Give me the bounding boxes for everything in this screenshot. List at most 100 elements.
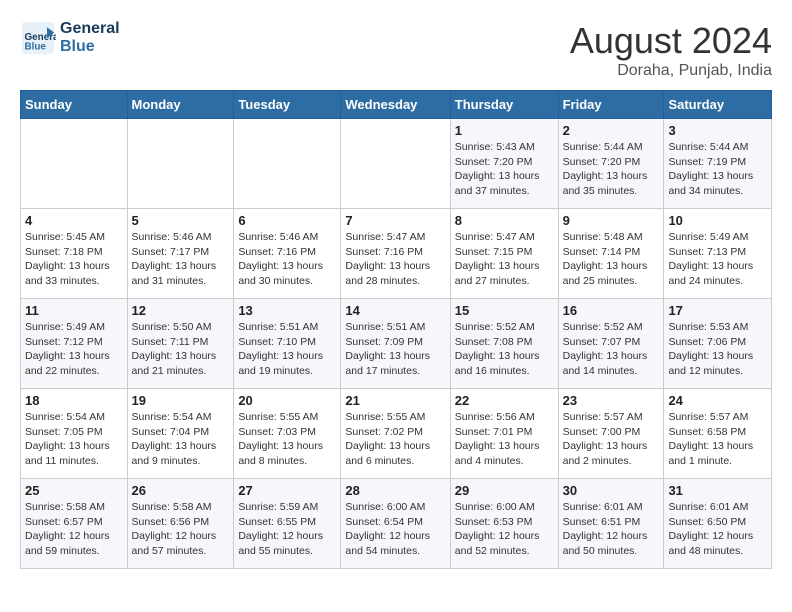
calendar-cell: 8 Sunrise: 5:47 AM Sunset: 7:15 PM Daylig…: [450, 209, 558, 299]
day-number: 5: [132, 213, 230, 228]
day-number: 27: [238, 483, 336, 498]
logo-icon: General Blue: [20, 20, 56, 56]
day-info: Sunrise: 5:53 AM Sunset: 7:06 PM Dayligh…: [668, 320, 767, 379]
day-info: Sunrise: 5:47 AM Sunset: 7:16 PM Dayligh…: [345, 230, 445, 289]
day-info: Sunrise: 5:51 AM Sunset: 7:09 PM Dayligh…: [345, 320, 445, 379]
day-number: 12: [132, 303, 230, 318]
calendar-cell: [234, 119, 341, 209]
column-header-tuesday: Tuesday: [234, 91, 341, 119]
day-info: Sunrise: 5:47 AM Sunset: 7:15 PM Dayligh…: [455, 230, 554, 289]
svg-text:Blue: Blue: [25, 42, 47, 53]
logo-line2: Blue: [60, 38, 120, 56]
calendar-cell: 28Sunrise: 6:00 AM Sunset: 6:54 PM Dayli…: [341, 479, 450, 569]
logo: General Blue General Blue: [20, 20, 120, 56]
calendar-cell: 4 Sunrise: 5:45 AM Sunset: 7:18 PM Daylig…: [21, 209, 128, 299]
day-number: 2: [563, 123, 660, 138]
day-info: Sunrise: 5:57 AM Sunset: 6:58 PM Dayligh…: [668, 410, 767, 469]
calendar-cell: [21, 119, 128, 209]
logo-line1: General: [60, 20, 120, 38]
calendar-week-5: 25 Sunrise: 5:58 AM Sunset: 6:57 PM Dayli…: [21, 479, 772, 569]
calendar-cell: 24 Sunrise: 5:57 AM Sunset: 6:58 PM Dayli…: [664, 389, 772, 479]
calendar-cell: 7 Sunrise: 5:47 AM Sunset: 7:16 PM Daylig…: [341, 209, 450, 299]
calendar-cell: 31Sunrise: 6:01 AM Sunset: 6:50 PM Dayli…: [664, 479, 772, 569]
day-number: 29: [455, 483, 554, 498]
calendar-cell: 21 Sunrise: 5:55 AM Sunset: 7:02 PM Dayli…: [341, 389, 450, 479]
day-number: 18: [25, 393, 123, 408]
calendar-cell: 10Sunrise: 5:49 AM Sunset: 7:13 PM Dayli…: [664, 209, 772, 299]
calendar-cell: 13 Sunrise: 5:51 AM Sunset: 7:10 PM Dayli…: [234, 299, 341, 389]
day-info: Sunrise: 5:58 AM Sunset: 6:56 PM Dayligh…: [132, 500, 230, 559]
day-info: Sunrise: 5:44 AM Sunset: 7:20 PM Dayligh…: [563, 140, 660, 199]
calendar-header: SundayMondayTuesdayWednesdayThursdayFrid…: [21, 91, 772, 119]
day-info: Sunrise: 5:45 AM Sunset: 7:18 PM Dayligh…: [25, 230, 123, 289]
day-info: Sunrise: 5:49 AM Sunset: 7:13 PM Dayligh…: [668, 230, 767, 289]
day-info: Sunrise: 5:52 AM Sunset: 7:08 PM Dayligh…: [455, 320, 554, 379]
day-info: Sunrise: 5:46 AM Sunset: 7:17 PM Dayligh…: [132, 230, 230, 289]
day-number: 16: [563, 303, 660, 318]
calendar-cell: 22 Sunrise: 5:56 AM Sunset: 7:01 PM Dayli…: [450, 389, 558, 479]
day-info: Sunrise: 5:56 AM Sunset: 7:01 PM Dayligh…: [455, 410, 554, 469]
calendar-cell: 2 Sunrise: 5:44 AM Sunset: 7:20 PM Daylig…: [558, 119, 664, 209]
calendar-cell: 5 Sunrise: 5:46 AM Sunset: 7:17 PM Daylig…: [127, 209, 234, 299]
day-number: 20: [238, 393, 336, 408]
calendar-cell: 6Sunrise: 5:46 AM Sunset: 7:16 PM Daylig…: [234, 209, 341, 299]
day-info: Sunrise: 5:51 AM Sunset: 7:10 PM Dayligh…: [238, 320, 336, 379]
calendar-week-4: 18 Sunrise: 5:54 AM Sunset: 7:05 PM Dayli…: [21, 389, 772, 479]
day-info: Sunrise: 5:54 AM Sunset: 7:04 PM Dayligh…: [132, 410, 230, 469]
day-number: 24: [668, 393, 767, 408]
day-info: Sunrise: 5:55 AM Sunset: 7:02 PM Dayligh…: [345, 410, 445, 469]
calendar-cell: 16 Sunrise: 5:52 AM Sunset: 7:07 PM Dayli…: [558, 299, 664, 389]
column-header-monday: Monday: [127, 91, 234, 119]
calendar-cell: 18 Sunrise: 5:54 AM Sunset: 7:05 PM Dayli…: [21, 389, 128, 479]
day-info: Sunrise: 5:57 AM Sunset: 7:00 PM Dayligh…: [563, 410, 660, 469]
day-number: 30: [563, 483, 660, 498]
day-number: 22: [455, 393, 554, 408]
day-number: 23: [563, 393, 660, 408]
day-info: Sunrise: 5:58 AM Sunset: 6:57 PM Dayligh…: [25, 500, 123, 559]
calendar-cell: 14Sunrise: 5:51 AM Sunset: 7:09 PM Dayli…: [341, 299, 450, 389]
calendar-cell: [127, 119, 234, 209]
day-info: Sunrise: 6:01 AM Sunset: 6:51 PM Dayligh…: [563, 500, 660, 559]
day-info: Sunrise: 5:52 AM Sunset: 7:07 PM Dayligh…: [563, 320, 660, 379]
calendar-cell: 12 Sunrise: 5:50 AM Sunset: 7:11 PM Dayli…: [127, 299, 234, 389]
day-number: 25: [25, 483, 123, 498]
calendar-cell: 26 Sunrise: 5:58 AM Sunset: 6:56 PM Dayli…: [127, 479, 234, 569]
calendar-cell: 17Sunrise: 5:53 AM Sunset: 7:06 PM Dayli…: [664, 299, 772, 389]
day-number: 15: [455, 303, 554, 318]
calendar-table: SundayMondayTuesdayWednesdayThursdayFrid…: [20, 90, 772, 569]
page-header: General Blue General Blue August 2024 Do…: [20, 20, 772, 80]
day-number: 21: [345, 393, 445, 408]
calendar-cell: 9Sunrise: 5:48 AM Sunset: 7:14 PM Daylig…: [558, 209, 664, 299]
day-info: Sunrise: 5:49 AM Sunset: 7:12 PM Dayligh…: [25, 320, 123, 379]
column-header-wednesday: Wednesday: [341, 91, 450, 119]
calendar-cell: 11 Sunrise: 5:49 AM Sunset: 7:12 PM Dayli…: [21, 299, 128, 389]
day-number: 11: [25, 303, 123, 318]
column-header-thursday: Thursday: [450, 91, 558, 119]
calendar-cell: 29Sunrise: 6:00 AM Sunset: 6:53 PM Dayli…: [450, 479, 558, 569]
day-number: 31: [668, 483, 767, 498]
day-number: 3: [668, 123, 767, 138]
day-number: 4: [25, 213, 123, 228]
day-number: 8: [455, 213, 554, 228]
day-number: 13: [238, 303, 336, 318]
column-header-friday: Friday: [558, 91, 664, 119]
day-number: 28: [345, 483, 445, 498]
day-info: Sunrise: 5:59 AM Sunset: 6:55 PM Dayligh…: [238, 500, 336, 559]
calendar-week-3: 11 Sunrise: 5:49 AM Sunset: 7:12 PM Dayli…: [21, 299, 772, 389]
day-number: 7: [345, 213, 445, 228]
calendar-cell: 15 Sunrise: 5:52 AM Sunset: 7:08 PM Dayli…: [450, 299, 558, 389]
calendar-week-2: 4 Sunrise: 5:45 AM Sunset: 7:18 PM Daylig…: [21, 209, 772, 299]
calendar-subtitle: Doraha, Punjab, India: [570, 62, 772, 80]
day-info: Sunrise: 5:54 AM Sunset: 7:05 PM Dayligh…: [25, 410, 123, 469]
day-info: Sunrise: 5:43 AM Sunset: 7:20 PM Dayligh…: [455, 140, 554, 199]
day-info: Sunrise: 5:44 AM Sunset: 7:19 PM Dayligh…: [668, 140, 767, 199]
calendar-cell: 27 Sunrise: 5:59 AM Sunset: 6:55 PM Dayli…: [234, 479, 341, 569]
title-block: August 2024 Doraha, Punjab, India: [570, 20, 772, 80]
day-number: 26: [132, 483, 230, 498]
day-info: Sunrise: 5:50 AM Sunset: 7:11 PM Dayligh…: [132, 320, 230, 379]
day-number: 9: [563, 213, 660, 228]
day-number: 19: [132, 393, 230, 408]
calendar-cell: 23 Sunrise: 5:57 AM Sunset: 7:00 PM Dayli…: [558, 389, 664, 479]
calendar-cell: 20Sunrise: 5:55 AM Sunset: 7:03 PM Dayli…: [234, 389, 341, 479]
calendar-title: August 2024: [570, 20, 772, 62]
